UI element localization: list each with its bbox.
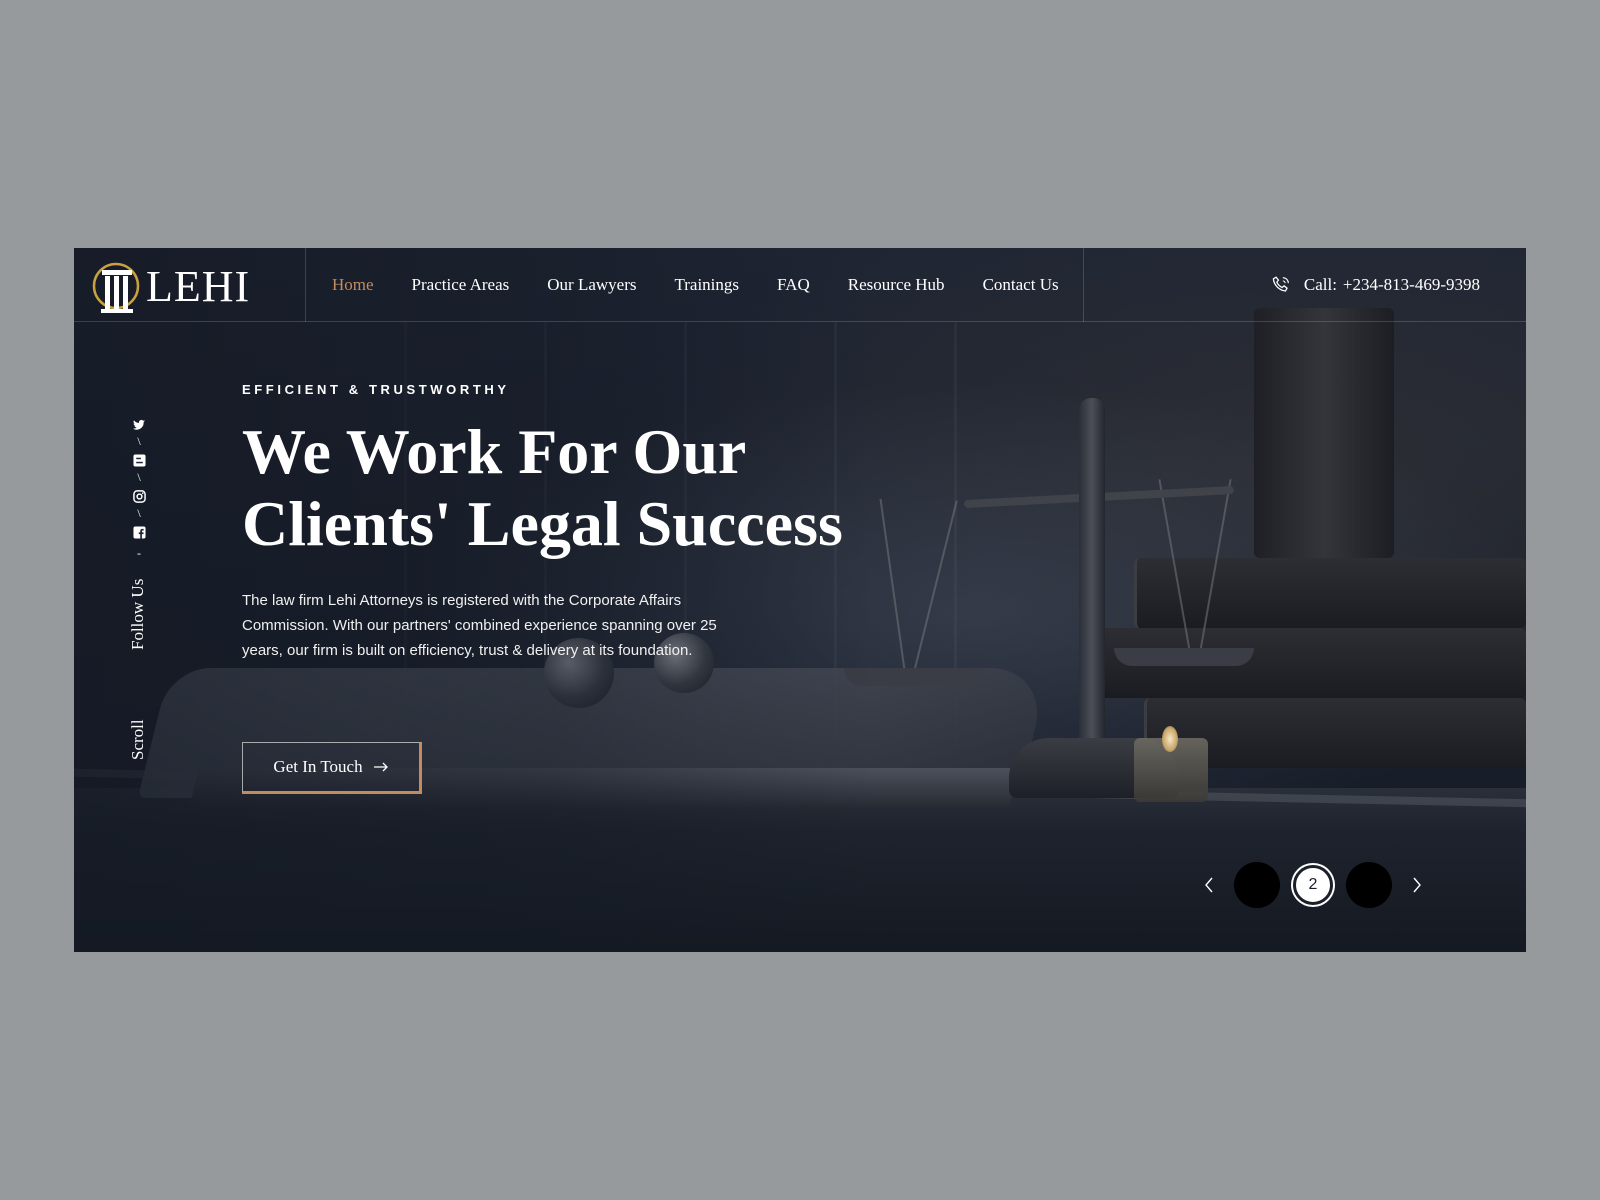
pillar-logo-icon — [92, 262, 140, 313]
hero-eyebrow: EFFICIENT & TRUSTWORTHY — [242, 382, 510, 397]
hero-title-line1: We Work For Our — [242, 416, 747, 487]
separator: \ — [137, 434, 141, 448]
header-divider — [1083, 248, 1084, 322]
hero-title-line2: Clients' Legal Success — [242, 488, 843, 559]
hero-frame: LEHI Home Practice Areas Our Lawyers Tra… — [74, 248, 1526, 952]
hero-slider-controls: 2 — [1194, 860, 1432, 910]
separator: \ — [137, 506, 141, 520]
slider-dot-3[interactable] — [1346, 862, 1392, 908]
main-nav: Home Practice Areas Our Lawyers Training… — [332, 248, 1059, 322]
nav-trainings[interactable]: Trainings — [674, 275, 739, 295]
book-image — [1134, 558, 1526, 628]
call-link[interactable]: Call: +234-813-469-9398 — [1270, 248, 1480, 322]
call-number: +234-813-469-9398 — [1342, 275, 1480, 294]
nav-practice-areas[interactable]: Practice Areas — [412, 275, 510, 295]
nav-our-lawyers[interactable]: Our Lawyers — [547, 275, 636, 295]
slider-dot-2[interactable]: 2 — [1293, 865, 1333, 905]
nav-contact-us[interactable]: Contact Us — [983, 275, 1059, 295]
logo[interactable]: LEHI — [92, 254, 292, 318]
call-label: Call: — [1303, 275, 1337, 294]
get-in-touch-label: Get In Touch — [273, 757, 363, 776]
facebook-icon[interactable] — [124, 526, 154, 539]
hero-description: The law firm Lehi Attorneys is registere… — [242, 592, 717, 659]
phone-icon — [1272, 276, 1289, 292]
book-tower-image — [1254, 308, 1394, 558]
separator: \ — [137, 470, 141, 484]
hero-title: We Work For Our Clients' Legal Success — [242, 416, 942, 560]
nav-faq[interactable]: FAQ — [777, 275, 810, 295]
scale-of-justice-image — [1079, 398, 1105, 778]
slider-dot-1[interactable] — [1234, 862, 1280, 908]
get-in-touch-button[interactable]: Get In Touch — [242, 742, 422, 794]
chevron-right-icon[interactable] — [1402, 870, 1432, 900]
brand-name: LEHI — [146, 261, 251, 311]
scale-pan — [1114, 648, 1254, 666]
instagram-icon[interactable] — [124, 490, 154, 503]
scroll-label[interactable]: Scroll — [128, 719, 148, 760]
blogger-icon[interactable] — [124, 454, 154, 467]
nav-resource-hub[interactable]: Resource Hub — [848, 275, 945, 295]
separator: - — [137, 546, 141, 560]
follow-us-label: Follow Us — [128, 578, 147, 650]
social-rail: \ \ \ - Follow Us Scroll — [124, 418, 154, 778]
site-header: LEHI Home Practice Areas Our Lawyers Tra… — [74, 248, 1526, 322]
nav-home[interactable]: Home — [332, 275, 374, 295]
twitter-icon[interactable] — [124, 418, 154, 432]
header-divider — [305, 248, 306, 322]
chevron-left-icon[interactable] — [1194, 870, 1224, 900]
candle-flame — [1162, 726, 1178, 752]
arrow-right-icon — [373, 762, 388, 772]
